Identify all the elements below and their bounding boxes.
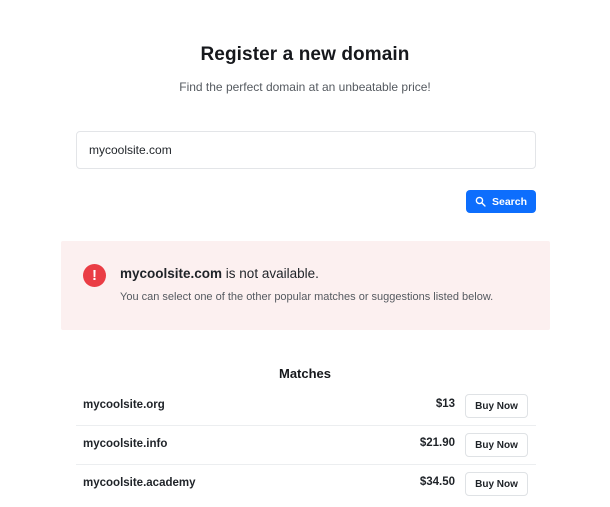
- match-price: $34.50: [419, 476, 455, 488]
- buy-now-button[interactable]: Buy Now: [465, 472, 528, 496]
- match-price: $13: [435, 398, 455, 410]
- matches-list: mycoolsite.org $13 Buy Now mycoolsite.in…: [76, 387, 536, 504]
- exclamation-icon: !: [83, 264, 106, 287]
- match-row: mycoolsite.org $13 Buy Now: [76, 387, 536, 426]
- search-button-label: Search: [491, 195, 528, 208]
- alert-title: mycoolsite.com is not available.: [120, 266, 319, 281]
- match-row: mycoolsite.info $21.90 Buy Now: [76, 426, 536, 465]
- page-subtitle: Find the perfect domain at an unbeatable…: [179, 80, 431, 94]
- match-domain: mycoolsite.info: [83, 438, 168, 450]
- match-domain: mycoolsite.org: [83, 399, 165, 411]
- alert-message: You can select one of the other popular …: [120, 291, 494, 303]
- page-title: Register a new domain: [200, 44, 410, 65]
- buy-now-button[interactable]: Buy Now: [465, 433, 528, 457]
- domain-register-page: Register a new domain Find the perfect d…: [0, 0, 610, 507]
- search-icon: [475, 196, 486, 207]
- search-button[interactable]: Search: [466, 190, 536, 213]
- match-domain: mycoolsite.academy: [83, 477, 196, 489]
- matches-heading: Matches: [278, 366, 332, 381]
- match-price: $21.90: [419, 437, 455, 449]
- match-row: mycoolsite.academy $34.50 Buy Now: [76, 465, 536, 504]
- domain-search-input[interactable]: [76, 131, 536, 169]
- alert-status-text: is not available.: [222, 266, 319, 281]
- alert-domain: mycoolsite.com: [120, 266, 223, 281]
- unavailable-alert: ! mycoolsite.com is not available. You c…: [61, 241, 550, 330]
- buy-now-button[interactable]: Buy Now: [465, 394, 528, 418]
